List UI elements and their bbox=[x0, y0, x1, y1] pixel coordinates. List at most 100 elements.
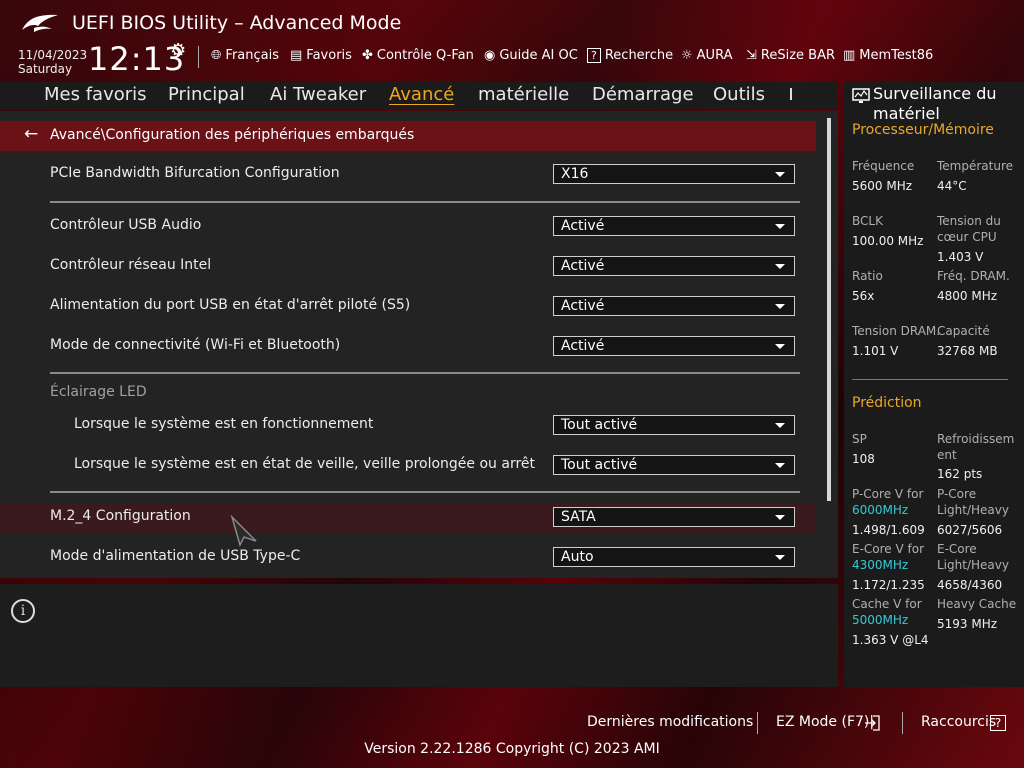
metric-label: Capacité bbox=[937, 324, 990, 338]
tool-label: MemTest86 bbox=[859, 48, 934, 63]
shortcuts-button[interactable]: Raccourcis bbox=[921, 714, 996, 730]
rog-logo-icon bbox=[22, 14, 58, 32]
setting-label: Mode de connectivité (Wi-Fi et Bluetooth… bbox=[50, 337, 341, 353]
section-heading: Éclairage LED bbox=[50, 384, 147, 400]
setting-label: Mode d'alimentation de USB Type-C bbox=[50, 548, 301, 564]
ai-oc-button[interactable]: ◉ Guide AI OC bbox=[484, 48, 578, 63]
metric-label: E-Core Light/Heavy bbox=[937, 542, 1009, 572]
setting-select[interactable]: Auto bbox=[553, 547, 795, 567]
tool-label: Favoris bbox=[306, 48, 352, 63]
favorites-icon: ▤ bbox=[290, 48, 303, 63]
language-button[interactable]: 🌐︎ Français bbox=[211, 48, 279, 63]
resize-bar-button[interactable]: ⇲ ReSize BAR bbox=[746, 48, 835, 63]
metric-label: Cache V for bbox=[852, 597, 922, 611]
tab-monitor[interactable]: matérielle bbox=[478, 84, 569, 105]
last-changes-button[interactable]: Dernières modifications bbox=[587, 714, 753, 730]
setting-select[interactable]: Tout activé bbox=[553, 455, 795, 475]
tool-label: Français bbox=[225, 48, 279, 63]
breadcrumb-text: Avancé\Configuration des périphériques e… bbox=[50, 127, 415, 143]
setting-select[interactable]: Activé bbox=[553, 296, 795, 316]
metric-value: 1.403 V bbox=[937, 250, 984, 264]
tab-tools[interactable]: Outils bbox=[713, 84, 765, 105]
tab-boot[interactable]: Démarrage bbox=[592, 84, 694, 105]
metric-label: P-Core V for bbox=[852, 487, 924, 501]
tool-label: Contrôle Q-Fan bbox=[376, 48, 474, 63]
qfan-button[interactable]: ✤ Contrôle Q-Fan bbox=[362, 48, 474, 63]
setting-select[interactable]: SATA bbox=[553, 507, 795, 527]
caret-down-icon bbox=[775, 223, 785, 229]
metric-value: 44°C bbox=[937, 179, 967, 193]
divider bbox=[50, 372, 800, 374]
select-value: SATA bbox=[561, 509, 596, 525]
aura-button[interactable]: ☼ AURA bbox=[681, 48, 732, 63]
help-icon[interactable]: ? bbox=[990, 715, 1006, 731]
tab-advanced[interactable]: Avancé bbox=[389, 84, 454, 105]
tool-label: Recherche bbox=[604, 48, 674, 63]
tab-main[interactable]: Principal bbox=[168, 84, 245, 105]
setting-label: Contrôleur USB Audio bbox=[50, 217, 202, 233]
select-value: Activé bbox=[561, 258, 605, 274]
select-value: Activé bbox=[561, 218, 605, 234]
divider bbox=[50, 201, 800, 203]
tab-favorites[interactable]: Mes favoris bbox=[44, 84, 147, 105]
tool-label: Guide AI OC bbox=[499, 48, 578, 63]
setting-select[interactable]: Activé bbox=[553, 216, 795, 236]
metric-value: 1.498/1.609 bbox=[852, 523, 925, 537]
caret-down-icon bbox=[775, 554, 785, 560]
help-info-panel bbox=[0, 584, 838, 687]
day-text: Saturday bbox=[18, 62, 73, 76]
globe-icon: 🌐︎ bbox=[211, 48, 222, 63]
scrollbar[interactable] bbox=[827, 118, 831, 501]
metric-frequency: 5000MHz bbox=[852, 613, 909, 627]
memtest-button[interactable]: ▥ MemTest86 bbox=[843, 48, 933, 63]
metric-label: Tension du cœur CPU bbox=[937, 214, 1001, 244]
metric-value: 4800 MHz bbox=[937, 289, 998, 303]
caret-down-icon bbox=[775, 462, 785, 468]
metric-value: 56x bbox=[852, 289, 875, 303]
caret-down-icon bbox=[775, 343, 785, 349]
ai-icon: ◉ bbox=[484, 48, 496, 63]
search-button[interactable]: ? Recherche bbox=[587, 48, 673, 63]
select-value: Activé bbox=[561, 298, 605, 314]
metric-label: E-Core V for bbox=[852, 542, 925, 556]
date-display: 11/04/2023 Saturday bbox=[18, 48, 87, 76]
tab-overflow-indicator[interactable] bbox=[790, 88, 792, 100]
tool-label: AURA bbox=[696, 48, 733, 63]
setting-label: Lorsque le système est en état de veille… bbox=[74, 456, 536, 472]
metric-label: Ratio bbox=[852, 269, 883, 283]
setting-select[interactable]: Tout activé bbox=[553, 415, 795, 435]
gear-icon[interactable]: ⚙ bbox=[170, 40, 186, 61]
exit-icon[interactable] bbox=[864, 715, 880, 731]
cpu-section-heading: Processeur/Mémoire bbox=[852, 122, 994, 138]
select-value: X16 bbox=[561, 166, 589, 182]
metric-value: 1.101 V bbox=[852, 344, 899, 358]
date-text: 11/04/2023 bbox=[18, 48, 88, 62]
back-arrow-icon[interactable]: ← bbox=[24, 124, 38, 144]
tab-ai-tweaker[interactable]: Ai Tweaker bbox=[270, 84, 366, 105]
monitor-title: Surveillance du matériel bbox=[873, 84, 997, 123]
metric-frequency: 6000MHz bbox=[852, 503, 909, 517]
metric-label: Fréquence bbox=[852, 159, 915, 173]
metric-label: Tension DRAM. bbox=[852, 324, 941, 338]
info-icon: i bbox=[11, 599, 35, 623]
caret-down-icon bbox=[775, 514, 785, 520]
setting-select[interactable]: X16 bbox=[553, 164, 795, 184]
favorites-button[interactable]: ▤ Favoris bbox=[290, 48, 352, 63]
divider bbox=[198, 46, 199, 68]
metric-value: 5193 MHz bbox=[937, 617, 998, 631]
setting-label: Contrôleur réseau Intel bbox=[50, 257, 212, 273]
app-title: UEFI BIOS Utility – Advanced Mode bbox=[72, 12, 402, 34]
metric-label: P-Core Light/Heavy bbox=[937, 487, 1009, 517]
fan-icon: ✤ bbox=[362, 48, 373, 63]
metric-value: 4658/4360 bbox=[937, 578, 1003, 592]
setting-label: PCIe Bandwidth Bifurcation Configuration bbox=[50, 165, 340, 181]
ez-mode-button[interactable]: EZ Mode (F7)| bbox=[776, 714, 874, 730]
setting-select[interactable]: Activé bbox=[553, 336, 795, 356]
setting-label: M.2_4 Configuration bbox=[50, 508, 191, 524]
setting-label: Alimentation du port USB en état d'arrêt… bbox=[50, 297, 411, 313]
tool-label: ReSize BAR bbox=[760, 48, 836, 63]
metric-label: BCLK bbox=[852, 214, 883, 228]
setting-select[interactable]: Activé bbox=[553, 256, 795, 276]
resize-bar-icon: ⇲ bbox=[746, 48, 757, 63]
metric-label: Heavy Cache bbox=[937, 597, 1017, 611]
